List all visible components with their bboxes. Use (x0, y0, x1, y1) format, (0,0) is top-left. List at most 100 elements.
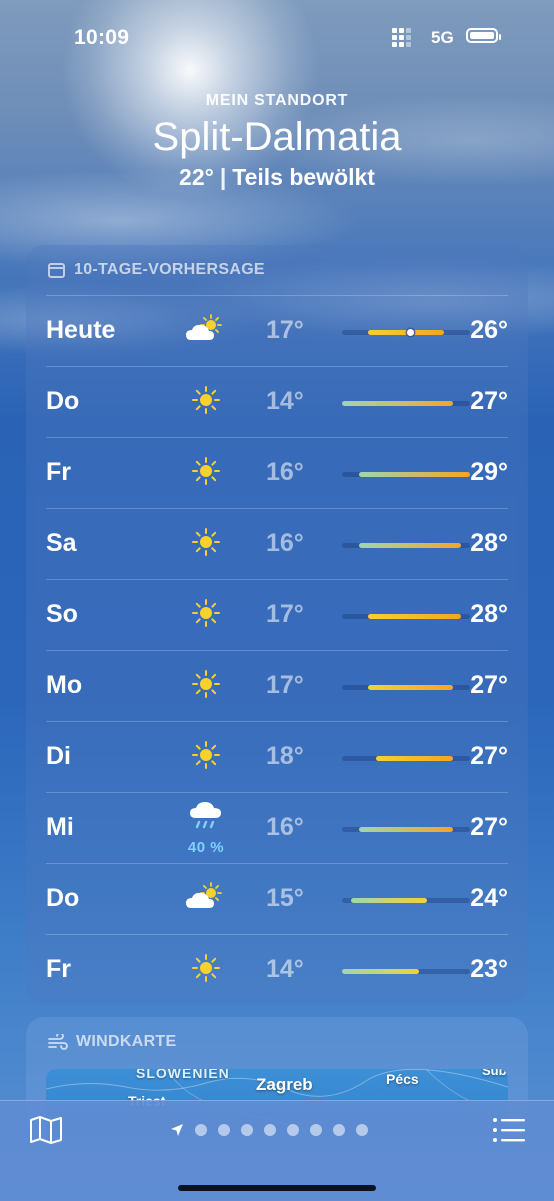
forecast-row[interactable]: Sa 16° 28° (46, 508, 508, 579)
forecast-low-temp: 17° (266, 671, 304, 699)
calendar-icon (48, 262, 65, 278)
partly-cloudy-icon (185, 881, 227, 917)
forecast-high-temp: 28° (470, 600, 508, 628)
temperature-range-bar (342, 969, 419, 974)
battery-icon (466, 28, 501, 43)
temperature-range-track (342, 827, 470, 832)
temperature-range-track (342, 401, 470, 406)
temperature-range-bar (376, 756, 453, 761)
forecast-row[interactable]: Do 15° 24° (46, 863, 508, 934)
forecast-row[interactable]: Mo 17° 27° (46, 650, 508, 721)
forecast-title-label: 10-TAGE-VORHERSAGE (74, 261, 265, 278)
forecast-low-temp: 14° (266, 955, 304, 983)
forecast-high-temp: 27° (470, 671, 508, 699)
wind-icon (48, 1034, 68, 1050)
forecast-condition-icon-wrap (171, 367, 241, 437)
forecast-low-temp: 18° (266, 742, 304, 770)
temperature-range-track (342, 685, 470, 690)
home-indicator[interactable] (178, 1185, 376, 1191)
page-dot[interactable] (310, 1124, 322, 1136)
wind-map-title-label: WINDKARTE (76, 1033, 177, 1050)
location-header: MEIN STANDORT Split-Dalmatia 22° | Teils b… (0, 92, 554, 191)
temperature-range-track (342, 969, 470, 974)
temperature-range-track (342, 614, 470, 619)
network-type: 5G (431, 28, 454, 47)
forecast-condition-icon-wrap (171, 864, 241, 934)
summary-separator: | (219, 164, 227, 190)
current-temperature-dot (406, 329, 414, 336)
page-dot[interactable] (218, 1124, 230, 1136)
map-label-slovenia: SLOWENIEN (136, 1069, 230, 1081)
sun-icon (191, 527, 221, 562)
forecast-low-temp: 15° (266, 884, 304, 912)
map-icon[interactable] (29, 1115, 63, 1145)
temperature-range-track (342, 472, 470, 477)
temperature-range-track (342, 543, 470, 548)
list-icon[interactable] (492, 1117, 526, 1143)
temperature-range-track (342, 898, 470, 903)
forecast-day: Mi (46, 813, 74, 841)
forecast-low-temp: 17° (266, 316, 304, 344)
forecast-row[interactable]: Do 14° 27° (46, 366, 508, 437)
page-dot[interactable] (264, 1124, 276, 1136)
forecast-low-temp: 16° (266, 813, 304, 841)
wind-map-card-title: WINDKARTE (48, 1033, 176, 1051)
status-time: 10:09 (74, 26, 130, 49)
sun-icon (191, 598, 221, 633)
location-label: MEIN STANDORT (205, 92, 349, 109)
sun-icon (191, 740, 221, 775)
forecast-low-temp: 14° (266, 387, 304, 415)
page-dot[interactable] (195, 1124, 207, 1136)
cellular-signal-icon (392, 28, 411, 47)
page-dot[interactable] (287, 1124, 299, 1136)
sun-icon (191, 953, 221, 988)
forecast-high-temp: 29° (470, 458, 508, 486)
forecast-high-temp: 23° (470, 955, 508, 983)
forecast-card-title: 10-TAGE-VORHERSAGE (48, 261, 265, 279)
current-temperature: 22° (179, 164, 214, 190)
forecast-row[interactable]: Heute 17° 26° (46, 295, 508, 366)
forecast-high-temp: 24° (470, 884, 508, 912)
sun-icon (191, 669, 221, 704)
forecast-day: Do (46, 884, 80, 912)
ten-day-forecast-card[interactable]: 10-TAGE-VORHERSAGE Heute 17° 26° Do 14° … (26, 245, 528, 1003)
forecast-day: Heute (46, 316, 116, 344)
forecast-condition-icon-wrap (171, 722, 241, 792)
temperature-range-track (342, 756, 470, 761)
forecast-low-temp: 17° (266, 600, 304, 628)
page-dot[interactable] (241, 1124, 253, 1136)
forecast-high-temp: 27° (470, 387, 508, 415)
map-label-edge: Sub (482, 1069, 507, 1078)
temperature-range-bar (359, 472, 470, 477)
current-summary: 22° | Teils bewölkt (0, 164, 554, 191)
forecast-row[interactable]: Fr 14° 23° (46, 934, 508, 1005)
forecast-condition-icon-wrap (171, 438, 241, 508)
forecast-rows: Heute 17° 26° Do 14° 27° Fr 16° 29° Sa 1… (46, 295, 508, 1005)
forecast-day: So (46, 600, 78, 628)
page-indicator[interactable] (170, 1123, 368, 1137)
temperature-range-bar (367, 685, 453, 690)
forecast-day: Do (46, 387, 80, 415)
rain-cloud-icon (189, 801, 223, 838)
temperature-range-bar (342, 401, 453, 406)
forecast-condition-icon-wrap (171, 580, 241, 650)
status-bar: 10:09 5G (0, 0, 554, 76)
forecast-day: Fr (46, 955, 71, 983)
forecast-condition-icon-wrap (171, 935, 241, 1005)
page-dot[interactable] (333, 1124, 345, 1136)
forecast-condition-icon-wrap (171, 296, 241, 366)
forecast-low-temp: 16° (266, 529, 304, 557)
map-label-zagreb: Zagreb (256, 1075, 313, 1094)
location-arrow-icon (171, 1124, 183, 1136)
forecast-row[interactable]: Mi 40 % 16° 27° (46, 792, 508, 863)
forecast-row[interactable]: So 17° 28° (46, 579, 508, 650)
current-condition: Teils bewölkt (232, 164, 375, 190)
forecast-row[interactable]: Fr 16° 29° (46, 437, 508, 508)
forecast-day: Sa (46, 529, 77, 557)
temperature-range-bar (359, 827, 453, 832)
temperature-range-bar (350, 898, 428, 903)
page-dot[interactable] (356, 1124, 368, 1136)
forecast-high-temp: 27° (470, 813, 508, 841)
forecast-high-temp: 27° (470, 742, 508, 770)
forecast-row[interactable]: Di 18° 27° (46, 721, 508, 792)
